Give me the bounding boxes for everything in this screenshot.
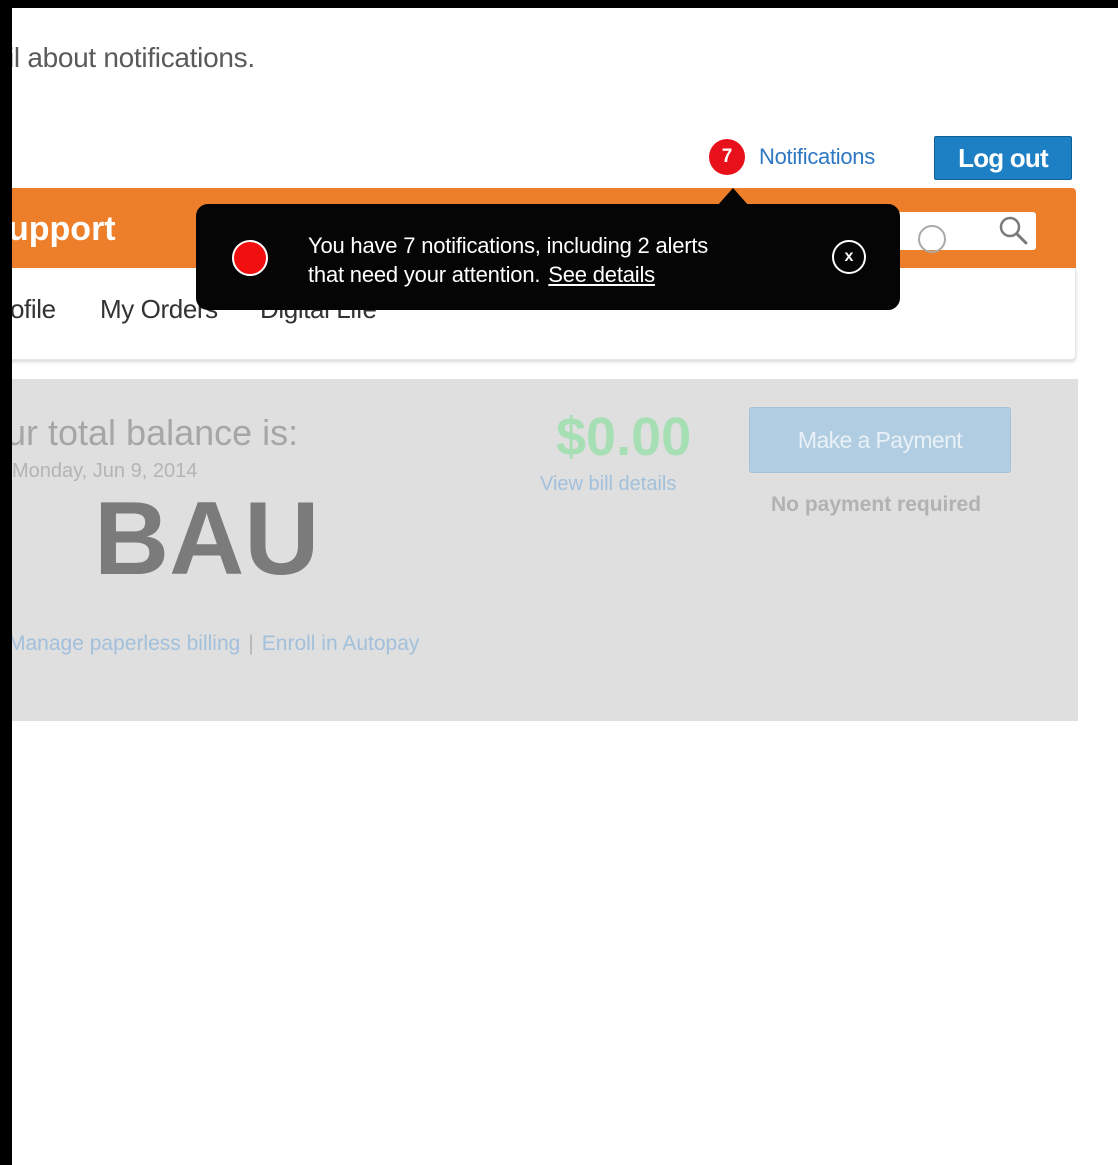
bau-overlay-label: BAU	[94, 481, 320, 597]
make-payment-button[interactable]: Make a Payment	[749, 407, 1011, 473]
billing-links: Manage paperless billing | Enroll in Autop…	[12, 632, 419, 656]
notifications-link[interactable]: 7 Notifications	[709, 139, 875, 175]
balance-title: ur total balance is:	[12, 412, 299, 453]
see-details-link[interactable]: See details	[548, 262, 655, 287]
page: il about notifications. 7 Notifications …	[12, 8, 1118, 1165]
notification-popup: You have 7 notifications, including 2 al…	[196, 204, 900, 310]
link-separator: |	[248, 632, 254, 655]
nav-item-profile[interactable]: ofile	[12, 294, 56, 325]
search-clear-icon[interactable]	[918, 225, 946, 253]
close-label: x	[844, 248, 854, 265]
brand-title: upport	[12, 210, 116, 248]
manage-paperless-billing-link[interactable]: Manage paperless billing	[12, 632, 240, 655]
notifications-label: Notifications	[759, 144, 875, 169]
popup-line-2-text: that need your attention.	[308, 262, 541, 287]
enroll-autopay-link[interactable]: Enroll in Autopay	[262, 632, 420, 655]
payment-status: No payment required	[771, 493, 982, 516]
balance-amount: $0.00	[556, 407, 692, 467]
search-icon[interactable]	[996, 214, 1030, 248]
logout-button[interactable]: Log out	[934, 136, 1072, 180]
close-icon[interactable]: x	[832, 240, 866, 274]
popup-message: You have 7 notifications, including 2 al…	[308, 231, 708, 289]
view-bill-details-link[interactable]: View bill details	[540, 473, 676, 496]
notification-count-badge: 7	[709, 139, 745, 175]
popup-line-1: You have 7 notifications, including 2 al…	[308, 233, 709, 258]
popup-line-2: that need your attention. See details	[308, 260, 708, 289]
intro-text: il about notifications.	[12, 42, 255, 73]
alert-dot-icon	[232, 240, 268, 276]
